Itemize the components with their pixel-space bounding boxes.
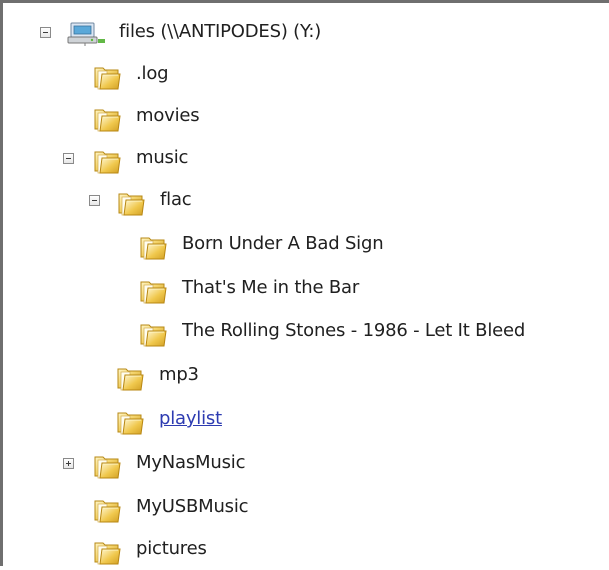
folder-tree: files (\\ANTIPODES) (Y:) .log movies mus… — [0, 0, 609, 566]
network-drive-icon — [67, 22, 107, 47]
collapse-icon[interactable] — [40, 27, 51, 38]
tree-item-log[interactable]: .log — [92, 55, 242, 95]
folder-icon — [138, 319, 168, 349]
tree-item-label: pictures — [136, 538, 207, 559]
folder-icon — [92, 104, 122, 134]
tree-item-flac[interactable]: flac — [89, 181, 249, 221]
tree-item-label: flac — [160, 189, 192, 210]
folder-icon — [92, 451, 122, 481]
folder-icon — [138, 232, 168, 262]
folder-icon — [116, 188, 146, 218]
tree-item-label: That's Me in the Bar — [182, 277, 360, 298]
tree-item-mynasmusic[interactable]: MyNasMusic — [63, 444, 293, 484]
folder-icon — [92, 146, 122, 176]
tree-item-music[interactable]: music — [63, 139, 243, 179]
tree-item-label: movies — [136, 105, 200, 126]
tree-item-mp3[interactable]: mp3 — [115, 356, 265, 396]
tree-item-label: MyNasMusic — [136, 452, 246, 473]
tree-item-label: MyUSBMusic — [136, 496, 249, 517]
tree-item-link[interactable]: playlist — [159, 407, 222, 431]
tree-item-myusbmusic[interactable]: MyUSBMusic — [92, 488, 302, 528]
expand-icon[interactable] — [63, 458, 74, 469]
tree-item-movies[interactable]: movies — [92, 97, 262, 137]
folder-icon — [115, 363, 145, 393]
folder-icon — [92, 62, 122, 92]
tree-item-label: .log — [136, 63, 169, 84]
tree-item-label: The Rolling Stones - 1986 - Let It Bleed — [182, 320, 526, 341]
folder-icon — [138, 276, 168, 306]
tree-item-the-rolling-stones-let-it-bleed[interactable]: The Rolling Stones - 1986 - Let It Bleed — [138, 312, 609, 352]
collapse-icon[interactable] — [63, 153, 74, 164]
tree-item-label: files (\\ANTIPODES) (Y:) — [119, 21, 322, 42]
tree-item-label: mp3 — [159, 364, 199, 385]
tree-item-label: music — [136, 147, 189, 168]
folder-icon — [92, 537, 122, 567]
tree-item-playlist[interactable]: playlist — [115, 400, 275, 440]
tree-item-born-under-a-bad-sign[interactable]: Born Under A Bad Sign — [138, 225, 468, 265]
folder-icon — [92, 495, 122, 525]
tree-item-pictures[interactable]: pictures — [92, 530, 282, 570]
tree-item-thats-me-in-the-bar[interactable]: That's Me in the Bar — [138, 269, 438, 309]
collapse-icon[interactable] — [89, 195, 100, 206]
tree-item-label: Born Under A Bad Sign — [182, 233, 384, 254]
folder-icon — [115, 407, 145, 437]
tree-item-files-drive[interactable]: files (\\ANTIPODES) (Y:) — [40, 13, 400, 53]
